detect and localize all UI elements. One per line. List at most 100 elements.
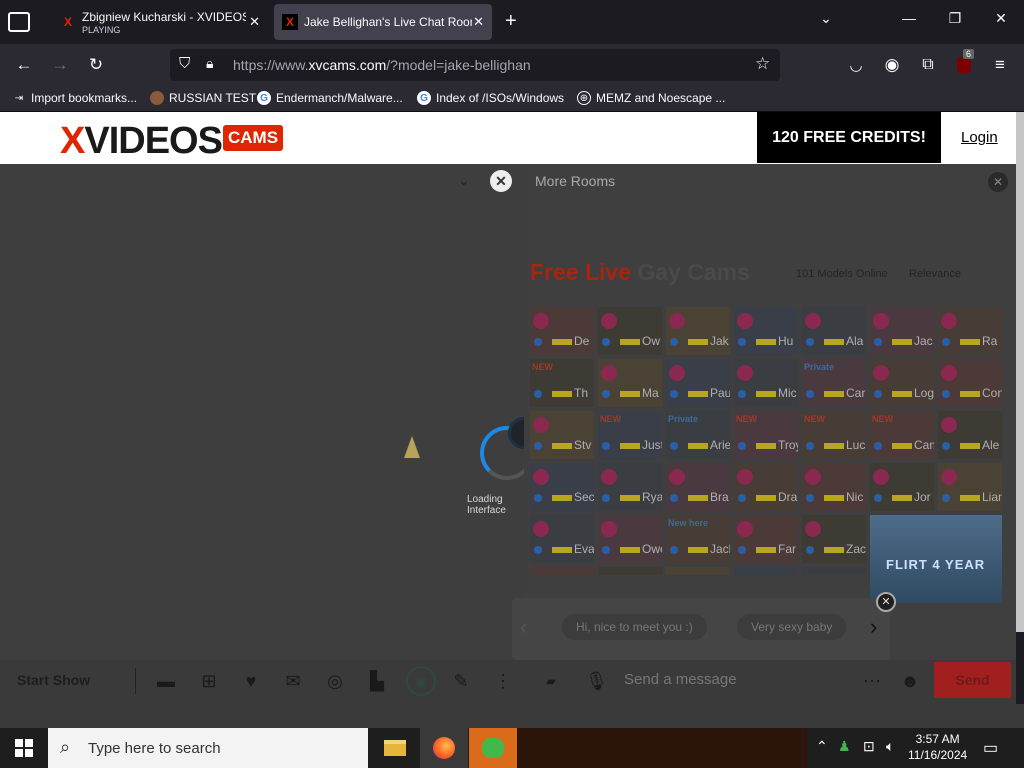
heart-icon[interactable]: ♥ [240, 670, 262, 692]
model-tile[interactable]: Jak [666, 307, 730, 355]
model-tile[interactable] [734, 567, 798, 575]
model-tile[interactable]: Jac [870, 307, 934, 355]
firefox-icon[interactable] [420, 728, 468, 768]
forward-icon[interactable]: → [47, 53, 73, 77]
model-tile[interactable]: Owen W [598, 515, 662, 563]
tip-icon[interactable]: ◉ [406, 666, 436, 696]
model-tile[interactable]: Ow [598, 307, 662, 355]
minimize-icon[interactable]: — [894, 10, 924, 26]
emoji-icon[interactable]: ☻ [899, 670, 921, 692]
account-icon[interactable]: ◉ [879, 53, 905, 77]
close-icon[interactable]: ✕ [876, 592, 896, 612]
webcam-icon[interactable]: ◎ [324, 670, 346, 692]
tab-list-icon[interactable] [8, 12, 30, 32]
layout-icon[interactable]: ▬ [155, 670, 177, 692]
malware-app-icon[interactable] [469, 728, 517, 768]
model-tile[interactable]: Sec [530, 463, 594, 511]
model-tile[interactable]: Connor [938, 359, 1002, 407]
sort-relevance[interactable]: Relevance [909, 268, 961, 280]
model-tile[interactable]: Ale [938, 411, 1002, 459]
bookmark-russian-test[interactable]: RUSSIAN TEST [150, 91, 256, 105]
model-tile[interactable]: Ala [802, 307, 866, 355]
model-tile[interactable]: Private Car [802, 359, 866, 407]
tray-app-icon[interactable]: ♟ [838, 738, 851, 755]
model-tile[interactable]: Eva [530, 515, 594, 563]
extensions-icon[interactable]: ⧉ [915, 53, 941, 77]
model-tile[interactable]: NEW Camero [870, 411, 934, 459]
chevron-left-icon[interactable]: ‹ [520, 614, 527, 640]
message-input[interactable]: Send a message [624, 671, 737, 688]
tab-xvideos[interactable]: X Zbigniew Kucharski - XVIDEOS. PLAYING … [52, 4, 268, 40]
model-tile[interactable]: Dra [734, 463, 798, 511]
close-icon[interactable]: ✕ [988, 172, 1008, 192]
star-icon[interactable]: ☆ [755, 54, 770, 74]
suggestion-chip[interactable]: Hi, nice to meet you :) [562, 614, 707, 640]
url-bar[interactable]: ⛉ 🔒︎ https://www.xvcams.com/?model=jake-… [170, 49, 780, 81]
model-tile[interactable]: Liam R [938, 463, 1002, 511]
tab-jake-bellighan[interactable]: X Jake Bellighan's Live Chat Room ✕ [274, 4, 492, 40]
grid-icon[interactable]: ⊞ [198, 670, 220, 692]
more-icon[interactable]: ⋮ [492, 670, 514, 692]
model-tile[interactable]: New here Jackso [666, 515, 730, 563]
bookmark-isos[interactable]: G Index of /ISOs/Windows [417, 91, 564, 105]
file-explorer-icon[interactable] [371, 728, 419, 768]
model-tile[interactable]: NEW Troy Ph [734, 411, 798, 459]
model-tile[interactable]: NEW Luca & [802, 411, 866, 459]
chat-options-icon[interactable]: ⋯ [861, 670, 883, 692]
lock-icon[interactable]: 🔒︎ [206, 55, 213, 72]
taskbar-clock[interactable]: 3:57 AM 11/16/2024 [908, 731, 967, 763]
suggestion-chip[interactable]: Very sexy baby [737, 614, 847, 640]
microphone-icon[interactable]: 🎙︎ [585, 670, 608, 692]
maximize-icon[interactable]: ❐ [940, 10, 970, 27]
model-tile[interactable] [598, 567, 662, 575]
model-tile[interactable]: De [530, 307, 594, 355]
free-credits-button[interactable]: 120 FREE CREDITS! [757, 112, 941, 163]
url-text[interactable]: https://www.xvcams.com/?model=jake-belli… [233, 57, 531, 73]
model-tile[interactable]: Far [734, 515, 798, 563]
volume-icon[interactable]: 🔈︎ [886, 738, 894, 755]
model-tile[interactable]: NEW Th [530, 359, 594, 407]
edit-icon[interactable]: ✎ [450, 670, 472, 692]
chat-bubble-icon[interactable]: ▙ [366, 670, 388, 692]
mail-icon[interactable]: ✉ [282, 670, 304, 692]
shield-icon[interactable]: ⛉ [179, 55, 190, 72]
model-tile[interactable]: NEW Justin R [598, 411, 662, 459]
menu-icon[interactable]: ≡ [987, 53, 1013, 77]
model-tile[interactable]: Mic [734, 359, 798, 407]
bookmark-import[interactable]: ⇥ Import bookmarks... [12, 91, 137, 105]
model-tile[interactable]: Ra [938, 307, 1002, 355]
back-icon[interactable]: ← [11, 53, 37, 77]
model-tile[interactable]: Nic [802, 463, 866, 511]
send-button[interactable]: Send [934, 662, 1011, 698]
chevron-right-icon[interactable]: › [870, 614, 877, 640]
taskbar-search[interactable]: ⌕ Type here to search [48, 728, 368, 768]
new-tab-icon[interactable]: + [505, 10, 517, 33]
model-tile[interactable]: Jor [870, 463, 934, 511]
model-tile[interactable]: Paul Gr [666, 359, 730, 407]
chevron-down-icon[interactable]: ⌄ [458, 172, 470, 189]
promo-banner[interactable]: FLIRT 4 YEAR [870, 515, 1002, 603]
page-scrollbar[interactable] [1016, 112, 1024, 632]
site-logo[interactable]: XVIDEOS [60, 120, 223, 163]
model-tile[interactable]: Log [870, 359, 934, 407]
chevron-up-icon[interactable]: ⌃ [816, 738, 828, 755]
model-tile[interactable]: Private Aries L [666, 411, 730, 459]
model-tile[interactable]: Hu [734, 307, 798, 355]
network-icon[interactable]: ⊡ [863, 738, 875, 755]
gif-icon[interactable]: ▰ [540, 670, 562, 692]
model-tile[interactable]: Rya [598, 463, 662, 511]
model-tile[interactable]: Ma [598, 359, 662, 407]
notifications-icon[interactable]: ▭ [983, 738, 998, 758]
model-tile[interactable]: Zac [802, 515, 866, 563]
reload-icon[interactable]: ↻ [83, 53, 109, 77]
close-icon[interactable]: ✕ [490, 170, 512, 192]
model-tile[interactable] [666, 567, 730, 575]
close-icon[interactable]: ✕ [473, 14, 484, 30]
pocket-icon[interactable]: ◡ [843, 53, 869, 77]
model-tile[interactable] [530, 567, 594, 575]
chevron-down-icon[interactable]: ⌄ [811, 10, 841, 27]
close-icon[interactable]: ✕ [249, 14, 260, 30]
ublock-icon[interactable]: 6 [951, 49, 977, 77]
start-show-button[interactable]: Start Show [17, 672, 90, 688]
login-link[interactable]: Login [961, 129, 998, 146]
